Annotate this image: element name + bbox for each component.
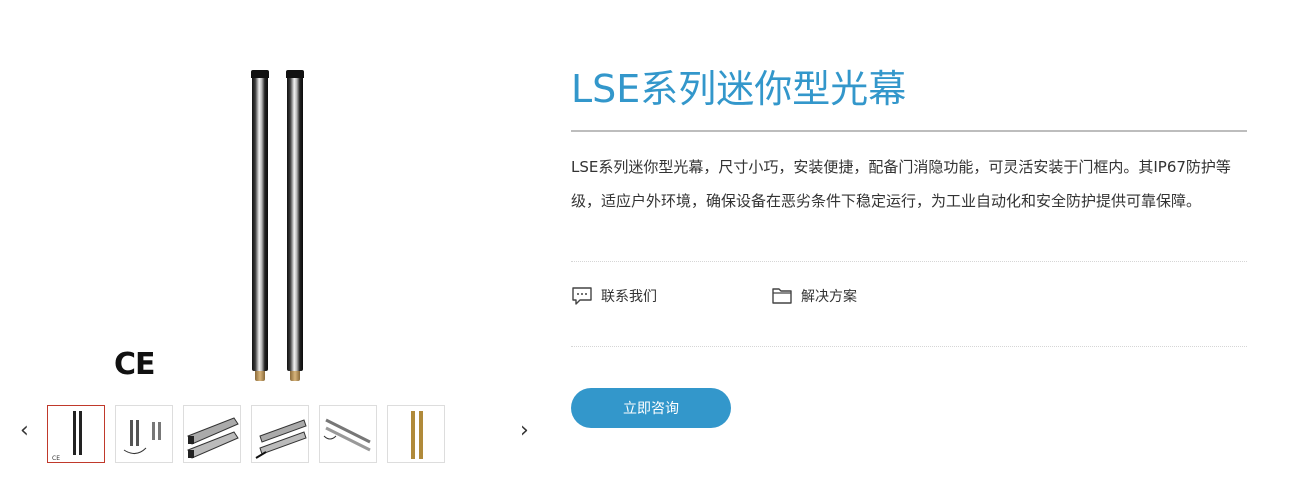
dotted-divider-top (571, 261, 1247, 262)
light-curtain-emitter (251, 70, 269, 381)
thumbnail-strip: CE (47, 405, 445, 463)
solutions-label: 解决方案 (801, 289, 857, 305)
thumbnail-1[interactable]: CE (47, 405, 105, 463)
product-title: LSE系列迷你型光幕 (571, 67, 907, 111)
ce-mark-logo: CE (114, 347, 156, 382)
svg-text:CE: CE (52, 455, 60, 462)
folder-icon (771, 286, 793, 306)
thumbnail-3[interactable] (183, 405, 241, 463)
thumbnail-5[interactable] (319, 405, 377, 463)
prev-arrow-icon[interactable]: ‹ (20, 420, 29, 442)
contact-us-link[interactable]: 联系我们 (571, 286, 657, 306)
contact-us-label: 联系我们 (601, 289, 657, 305)
thumbnail-6[interactable] (387, 405, 445, 463)
thumbnail-2[interactable] (115, 405, 173, 463)
product-description: LSE系列迷你型光幕，尺寸小巧，安装便捷，配备门消隐功能，可灵活安装于门框内。其… (571, 158, 1231, 210)
light-curtain-receiver (286, 70, 304, 381)
consult-now-button[interactable]: 立即咨询 (571, 388, 731, 428)
dotted-divider-bottom (571, 346, 1247, 347)
solutions-link[interactable]: 解决方案 (771, 286, 857, 306)
chat-icon (571, 286, 593, 306)
thumbnail-4[interactable] (251, 405, 309, 463)
main-product-image: CE (100, 60, 440, 390)
product-page: CE ‹ CE › LSE系列迷你型光幕 LSE系列迷你型光幕，尺寸小巧，安装便… (0, 0, 1291, 492)
next-arrow-icon[interactable]: › (520, 420, 529, 442)
title-divider (571, 130, 1247, 132)
